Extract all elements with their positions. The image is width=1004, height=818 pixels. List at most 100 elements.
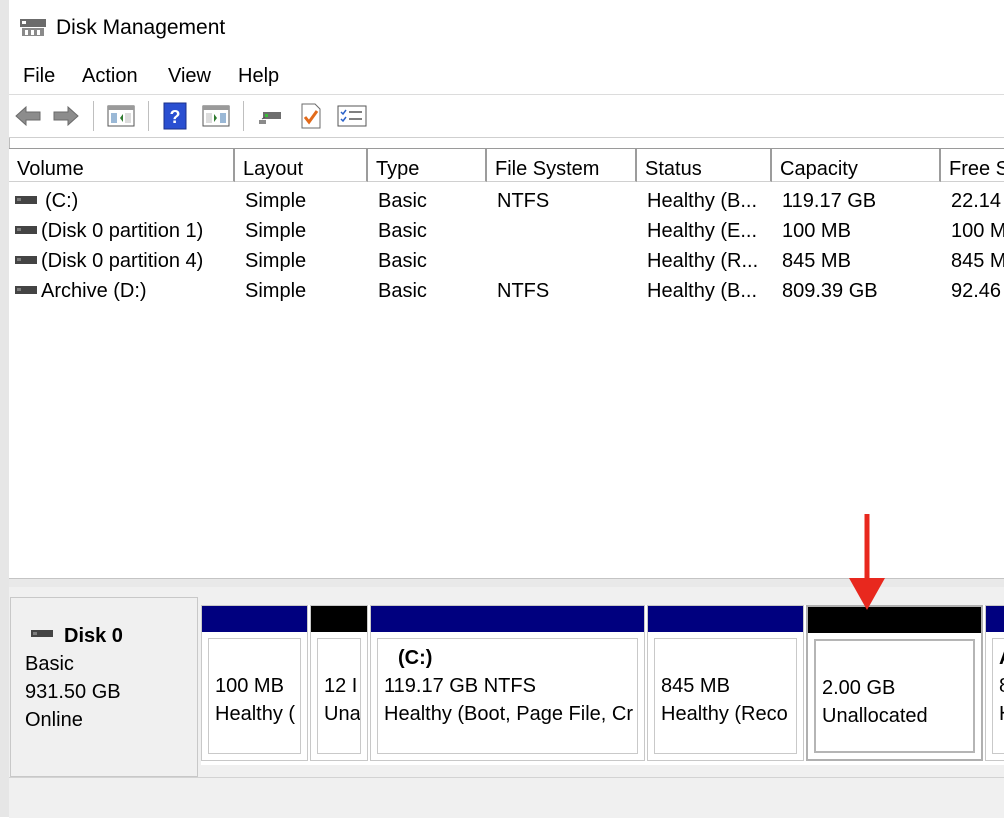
column-header-status[interactable]: Status: [637, 149, 772, 182]
volume-cell: (C:): [15, 186, 235, 216]
toolbar: ?: [9, 95, 1004, 138]
partition-block[interactable]: 845 MB Healthy (Reco: [647, 605, 804, 761]
partition-status: Healthy (Reco: [661, 703, 788, 725]
partition-bar: [371, 606, 644, 632]
status-cell: Healthy (B...: [647, 280, 758, 302]
partition-size: 100 MB: [215, 675, 284, 697]
disk-type: Basic: [25, 653, 74, 675]
unallocated-block[interactable]: 2.00 GB Unallocated: [806, 605, 983, 761]
disk-status: Online: [25, 709, 83, 731]
partition-body: 100 MB Healthy (: [208, 638, 301, 754]
table-row[interactable]: (Disk 0 partition 4) Simple Basic Health…: [9, 246, 1004, 276]
connect-button[interactable]: [256, 101, 286, 131]
volume-cell: (Disk 0 partition 4): [15, 246, 235, 276]
column-header-layout[interactable]: Layout: [235, 149, 368, 182]
partition-block[interactable]: 12 I Una: [310, 605, 368, 761]
partition-size: 845 MB: [661, 675, 730, 697]
partition-title: (C:): [398, 647, 433, 669]
capacity-cell: 100 MB: [782, 220, 851, 242]
partition-status: Una: [324, 703, 361, 725]
disk-graphical-view: Disk 0 Basic 931.50 GB Online 100 MB Hea…: [9, 587, 1004, 777]
partition-bar: [648, 606, 803, 632]
toolbar-separator: [148, 101, 149, 131]
partition-body: 845 MB Healthy (Reco: [654, 638, 797, 754]
free-space-cell: 22.14: [951, 190, 1002, 212]
menu-bar: File Action View Help: [9, 56, 1004, 95]
volume-name: Archive (D:): [41, 280, 147, 302]
partition-body: (C:) 119.17 GB NTFS Healthy (Boot, Page …: [377, 638, 638, 754]
type-cell: Basic: [378, 250, 427, 272]
window-title: Disk Management: [56, 16, 226, 39]
toolbar-separator: [93, 101, 94, 131]
partition-block-c[interactable]: (C:) 119.17 GB NTFS Healthy (Boot, Page …: [370, 605, 645, 761]
help-icon: ?: [163, 102, 187, 130]
free-space-cell: 845 M: [951, 250, 1004, 272]
file-system-cell: NTFS: [497, 280, 550, 302]
disk-management-app-icon: [20, 19, 46, 36]
properties-icon: [337, 105, 367, 127]
partition-status: Unallocated: [822, 705, 934, 728]
menu-file[interactable]: File: [23, 65, 55, 88]
svg-text:?: ?: [170, 107, 181, 127]
volume-name: (C:): [45, 190, 79, 212]
disk-size: 931.50 GB: [25, 681, 121, 703]
partition-title: A: [999, 647, 1004, 670]
checklist-button[interactable]: [296, 101, 326, 131]
menu-action[interactable]: Action: [82, 65, 138, 88]
disk-name: Disk 0: [64, 625, 123, 647]
volume-cell: (Disk 0 partition 1): [15, 216, 235, 246]
partition-bar: [202, 606, 307, 632]
menu-view[interactable]: View: [168, 65, 211, 88]
partition-bar: [808, 607, 981, 633]
partition-size: 8: [999, 675, 1004, 698]
table-row[interactable]: (Disk 0 partition 1) Simple Basic Health…: [9, 216, 1004, 246]
partition-status: Healthy (: [215, 703, 296, 725]
help-button[interactable]: ?: [160, 101, 190, 131]
column-header-type[interactable]: Type: [368, 149, 487, 182]
capacity-cell: 119.17 GB: [782, 190, 877, 212]
column-header-file-system[interactable]: File System: [487, 149, 637, 182]
drive-icon: [15, 285, 37, 294]
checklist-icon: [301, 103, 321, 129]
back-icon: [15, 105, 41, 127]
partition-block-archive[interactable]: A 8 H: [985, 605, 1004, 761]
column-header-volume[interactable]: Volume: [9, 149, 235, 182]
status-cell: Healthy (R...: [647, 250, 759, 272]
type-cell: Basic: [378, 190, 427, 212]
partition-bar: [986, 606, 1004, 632]
action-pane-button[interactable]: [201, 101, 231, 131]
partition-body: A 8 H: [992, 638, 1004, 754]
type-cell: Basic: [378, 220, 427, 242]
back-button[interactable]: [13, 101, 43, 131]
disk-0-label[interactable]: Disk 0 Basic 931.50 GB Online: [10, 597, 198, 777]
arrow-head: [849, 578, 885, 610]
status-cell: Healthy (B...: [647, 190, 758, 212]
partition-status: Healthy (Boot, Page File, Cr: [384, 703, 633, 725]
toolbar-separator: [243, 101, 244, 131]
free-space-cell: 92.46: [951, 280, 1002, 302]
partition-size: 12 I: [324, 675, 358, 697]
volume-name: (Disk 0 partition 4): [41, 250, 204, 272]
free-space-cell: 100 M: [951, 220, 1004, 242]
volume-cell: Archive (D:): [15, 276, 235, 306]
properties-button[interactable]: [337, 101, 367, 131]
table-row[interactable]: Archive (D:) Simple Basic NTFS Healthy (…: [9, 276, 1004, 306]
file-system-cell: NTFS: [497, 190, 550, 212]
forward-button[interactable]: [51, 101, 81, 131]
layout-cell: Simple: [245, 220, 307, 242]
column-header-free-space[interactable]: Free S: [941, 149, 1004, 182]
type-cell: Basic: [378, 280, 427, 302]
status-cell: Healthy (E...: [647, 220, 758, 242]
connect-icon: [259, 112, 281, 124]
partition-bar: [311, 606, 367, 632]
table-row[interactable]: (C:) Simple Basic NTFS Healthy (B... 119…: [9, 186, 1004, 216]
layout-cell: Simple: [245, 190, 307, 212]
partition-size: 119.17 GB NTFS: [384, 675, 536, 697]
partition-body: 2.00 GB Unallocated: [814, 639, 975, 753]
partition-block[interactable]: 100 MB Healthy (: [201, 605, 308, 761]
capacity-cell: 809.39 GB: [782, 280, 878, 302]
status-bar: [9, 777, 1004, 818]
console-tree-button[interactable]: [106, 101, 136, 131]
column-header-capacity[interactable]: Capacity: [772, 149, 941, 182]
menu-help[interactable]: Help: [238, 65, 279, 88]
